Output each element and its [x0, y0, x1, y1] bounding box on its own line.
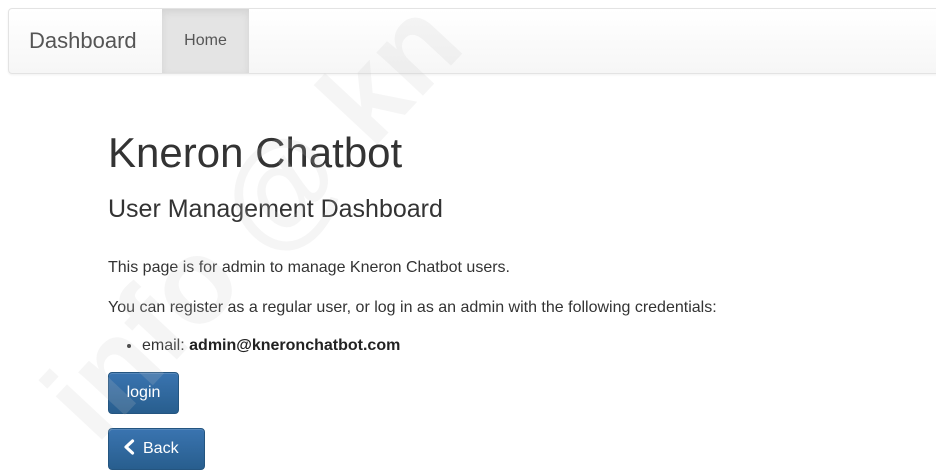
chevron-left-icon	[123, 431, 135, 455]
nav-item-home[interactable]: Home	[162, 9, 249, 73]
credential-value: admin@kneronchatbot.com	[189, 337, 401, 354]
main-content: Kneron Chatbot User Management Dashboard…	[108, 124, 908, 470]
back-button[interactable]: Back	[108, 428, 205, 470]
credentials-list: email: admin@kneronchatbot.com	[108, 336, 400, 356]
navbar: Dashboard Home	[8, 8, 936, 74]
page-subtitle: User Management Dashboard	[108, 195, 443, 223]
page-title: Kneron Chatbot	[108, 129, 403, 176]
credential-item-email: email: admin@kneronchatbot.com	[142, 336, 400, 356]
intro-text: This page is for admin to manage Kneron …	[108, 259, 510, 276]
instructions-text: You can register as a regular user, or l…	[108, 299, 717, 316]
login-button[interactable]: login	[108, 372, 179, 414]
back-label: Back	[143, 440, 179, 457]
navbar-brand[interactable]: Dashboard	[29, 9, 137, 73]
credential-label: email:	[142, 337, 185, 354]
